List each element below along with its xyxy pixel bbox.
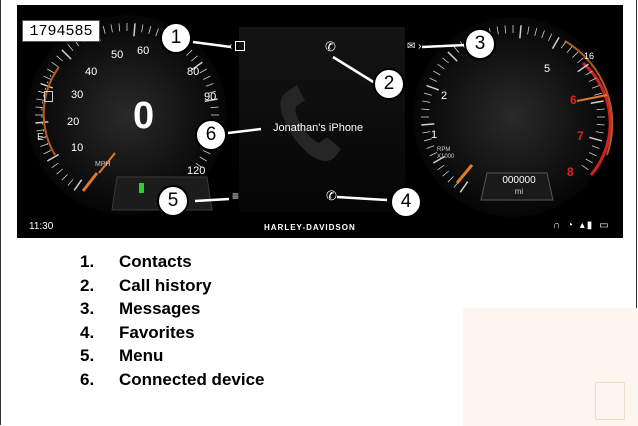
speed-tick-label: 20 xyxy=(67,116,80,128)
legend-item: 4. Favorites xyxy=(80,321,265,345)
legend-item: 3. Messages xyxy=(80,297,265,321)
odometer-value: 000000 xyxy=(502,175,536,186)
brand-logo: HARLEY-DAVIDSON xyxy=(264,223,356,232)
rpm-tick-label: 6 xyxy=(570,93,577,107)
speed-tick-label: 50 xyxy=(111,49,124,61)
legend-num: 6. xyxy=(80,369,95,389)
odometer-unit: mi xyxy=(514,187,524,196)
legend-list: 1. Contacts 2. Call history 3. Messages 4. F… xyxy=(80,250,265,391)
speedometer xyxy=(27,15,227,215)
legend-label: Messages xyxy=(119,299,201,318)
rpm-tick-label: 7 xyxy=(577,129,584,143)
legend-item: 2. Call history xyxy=(80,274,265,298)
legend-label: Connected device xyxy=(119,369,265,389)
favorites-icon[interactable]: ✆ xyxy=(326,188,337,204)
figure-frame: F E 10 20 30 40 50 60 80 90 100 120 0 MP… xyxy=(0,0,638,426)
callout-2: 2 xyxy=(373,68,405,100)
legend-num: 5. xyxy=(80,346,95,365)
indicator-light xyxy=(139,183,144,193)
speed-tick-label: 40 xyxy=(85,66,98,78)
callout-3: 3 xyxy=(464,28,496,60)
callout-1: 1 xyxy=(160,22,192,54)
legend-num: 4. xyxy=(80,322,95,342)
legend-num: 3. xyxy=(80,299,95,318)
contacts-icon[interactable]: ‹ xyxy=(229,41,246,52)
status-icons: ∩ ◔ ▴▮ ▭ xyxy=(553,220,611,231)
callout-4: 4 xyxy=(390,186,422,218)
speed-readout: 0 xyxy=(133,95,155,137)
figure-ref-label: 1794585 xyxy=(22,20,100,42)
center-panel xyxy=(239,27,405,212)
fuel-empty-label: E xyxy=(37,132,44,143)
legend-item: 1. Contacts xyxy=(80,250,265,274)
menu-icon[interactable]: ≡ xyxy=(232,189,239,203)
speed-tick-label: 120 xyxy=(187,165,206,177)
speed-tick-label: 90 xyxy=(204,91,217,103)
callout-5: 5 xyxy=(157,185,189,217)
rpm-unit-line: RPM xyxy=(437,147,451,153)
rpm-tick-label: 16 xyxy=(584,51,595,61)
rpm-unit-line: X1000 xyxy=(437,154,455,160)
callout-6: 6 xyxy=(195,119,227,151)
legend-item: 5. Menu xyxy=(80,344,265,368)
clock: 11:30 xyxy=(29,221,54,232)
legend-label: Contacts xyxy=(119,252,192,271)
speed-tick-label: 80 xyxy=(187,66,200,78)
legend-label: Favorites xyxy=(119,322,195,342)
speed-unit-label: MPH xyxy=(95,161,111,168)
instrument-cluster-display: F E 10 20 30 40 50 60 80 90 100 120 0 MP… xyxy=(17,5,623,238)
legend-num: 1. xyxy=(80,252,95,271)
rpm-tick-label: 8 xyxy=(567,165,574,179)
rpm-tick-label: 5 xyxy=(544,63,551,75)
fuel-pump-icon xyxy=(44,91,53,102)
legend-label: Call history xyxy=(119,275,212,295)
watermark-logo xyxy=(463,308,638,426)
rpm-tick-label: 2 xyxy=(441,90,448,102)
rpm-tick-label: 1 xyxy=(431,129,438,141)
messages-icon[interactable]: ✉ › xyxy=(407,41,422,52)
call-history-icon[interactable]: ✆ xyxy=(325,39,336,55)
speed-tick-label: 10 xyxy=(71,142,84,154)
speed-tick-label: 30 xyxy=(71,89,84,101)
connected-device-name: Jonathan's iPhone xyxy=(273,122,364,134)
legend-item: 6. Connected device xyxy=(80,368,265,392)
rpm-unit-label: RPM X1000 xyxy=(437,147,454,161)
speed-tick-label: 60 xyxy=(137,45,150,57)
legend-num: 2. xyxy=(80,275,95,295)
legend-label: Menu xyxy=(119,346,164,365)
